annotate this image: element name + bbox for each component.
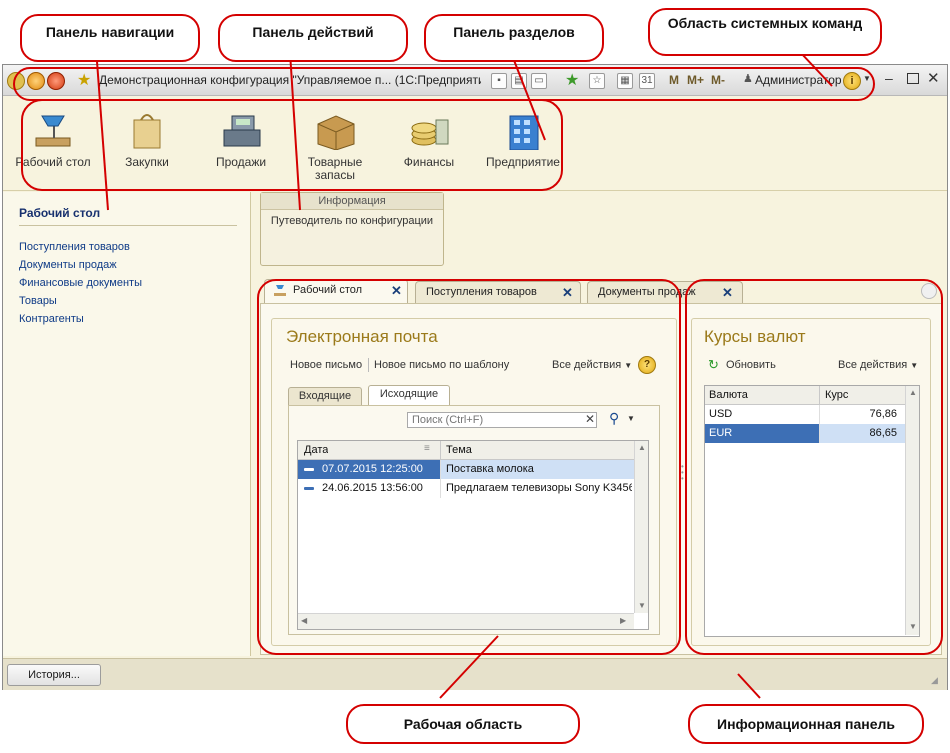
actions-pointer: [289, 51, 301, 211]
info-panel-pointer: [737, 673, 761, 699]
titlebar-highlight: [13, 67, 875, 101]
info-panel-highlight: [685, 279, 943, 655]
work-area-pointer: [439, 635, 499, 699]
sections-pointer: [509, 49, 546, 141]
callout-actions-panel: Панель действий: [218, 14, 408, 62]
annotation-lines: [13, 47, 943, 699]
callout-sections-panel: Панель разделов: [424, 14, 604, 62]
callout-nav-panel: Панель навигации: [20, 14, 200, 62]
nav-pointer: [95, 47, 109, 211]
callout-info-panel: Информационная панель: [688, 704, 924, 744]
callout-work-area: Рабочая область: [346, 704, 580, 744]
callout-system-commands: Область системных команд: [648, 8, 882, 56]
work-area-highlight: [257, 279, 681, 655]
